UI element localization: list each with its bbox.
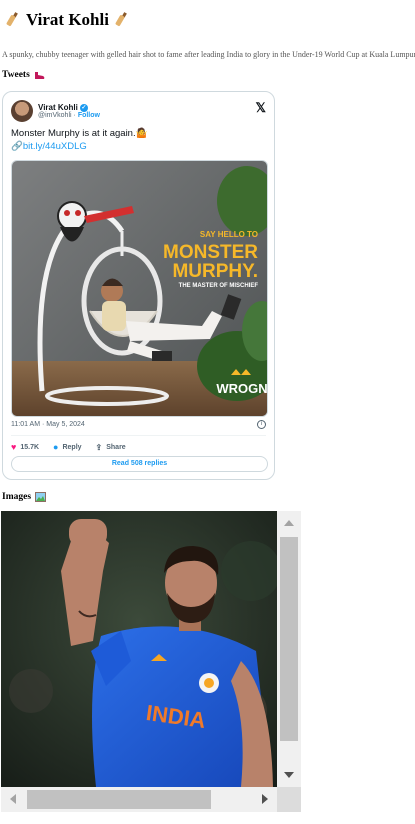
page-title: Virat Kohli — [6, 10, 129, 30]
shoe-emoji-icon — [34, 71, 45, 79]
kohli-photo[interactable]: INDIA — [1, 511, 277, 787]
cricket-bat-icon — [6, 12, 18, 27]
vertical-scrollbar[interactable] — [277, 511, 301, 787]
photo-artwork: INDIA — [1, 511, 277, 787]
ad-artwork: SAY HELLO TO MONSTER MURPHY. THE MASTER … — [12, 161, 267, 416]
follow-button[interactable]: Follow — [78, 112, 100, 119]
ad-tagline: THE MASTER OF MISCHIEF — [179, 283, 259, 289]
read-replies-button[interactable]: Read 508 replies — [11, 456, 268, 472]
reply-bubble-icon: ● — [53, 442, 59, 452]
tweet-card[interactable]: Virat Kohli ✓ @imVkohli · Follow 𝕏 Monst… — [2, 91, 275, 480]
cricket-bat-icon — [115, 12, 127, 27]
tweet-media-image[interactable]: SAY HELLO TO MONSTER MURPHY. THE MASTER … — [11, 160, 268, 417]
scroll-down-arrow-icon[interactable] — [284, 772, 294, 778]
vertical-scroll-thumb[interactable] — [280, 537, 298, 741]
tweet-link[interactable]: bit.ly/44uXDLG — [23, 141, 87, 152]
tweet-actions: ♥ 15.7K ● Reply ⇪ Share — [11, 442, 126, 452]
heart-icon: ♥ — [11, 442, 17, 452]
scroll-up-arrow-icon[interactable] — [284, 520, 294, 526]
share-icon: ⇪ — [95, 442, 103, 452]
author-handle-row: @imVkohli · Follow — [38, 112, 100, 119]
scrollbar-corner — [277, 787, 301, 812]
tweet-text-block: Monster Murphy is at it again.🤷 🔗bit.ly/… — [11, 127, 147, 153]
share-button[interactable]: ⇪ Share — [96, 442, 126, 452]
images-heading: Images — [2, 492, 47, 502]
like-count: 15.7K — [20, 443, 40, 451]
scroll-left-arrow-icon[interactable] — [10, 794, 16, 804]
image-viewer: INDIA — [1, 511, 301, 812]
author-handle[interactable]: @imVkohli — [38, 112, 72, 119]
horizontal-scrollbar[interactable] — [1, 787, 277, 812]
tweets-heading: Tweets — [2, 70, 45, 80]
handle-separator: · — [73, 112, 76, 119]
x-logo-icon[interactable]: 𝕏 — [256, 100, 266, 116]
share-label: Share — [106, 443, 126, 451]
divider — [11, 435, 266, 436]
tweet-timestamp[interactable]: 11:01 AM · May 5, 2024 — [11, 421, 85, 428]
images-heading-text: Images — [2, 492, 32, 502]
scroll-right-arrow-icon[interactable] — [262, 794, 268, 804]
link-icon: 🔗 — [11, 141, 23, 152]
tweet-text: Monster Murphy is at it again. — [11, 128, 136, 139]
tweet-author[interactable]: Virat Kohli ✓ @imVkohli · Follow — [11, 100, 100, 122]
ad-headline-1: SAY HELLO TO — [200, 230, 258, 239]
avatar[interactable] — [11, 100, 33, 122]
tweets-heading-text: Tweets — [2, 70, 30, 80]
page-title-text: Virat Kohli — [26, 10, 109, 29]
author-name[interactable]: Virat Kohli ✓ — [38, 103, 100, 112]
ad-brand: WROGN — [216, 381, 267, 396]
like-button[interactable]: ♥ 15.7K — [11, 442, 39, 452]
ad-headline-3: MURPHY. — [172, 261, 258, 282]
ad-headline-2: MONSTER — [163, 242, 258, 263]
shrug-emoji-icon: 🤷 — [135, 128, 148, 139]
author-name-text: Virat Kohli — [38, 103, 78, 112]
info-icon[interactable]: i — [257, 420, 266, 429]
verified-badge-icon: ✓ — [79, 103, 88, 112]
intro-paragraph: A spunky, chubby teenager with gelled ha… — [2, 50, 415, 59]
horizontal-scroll-thumb[interactable] — [27, 790, 211, 809]
reply-label: Reply — [62, 443, 82, 451]
reply-button[interactable]: ● Reply — [53, 442, 82, 452]
framed-picture-icon — [35, 492, 47, 502]
